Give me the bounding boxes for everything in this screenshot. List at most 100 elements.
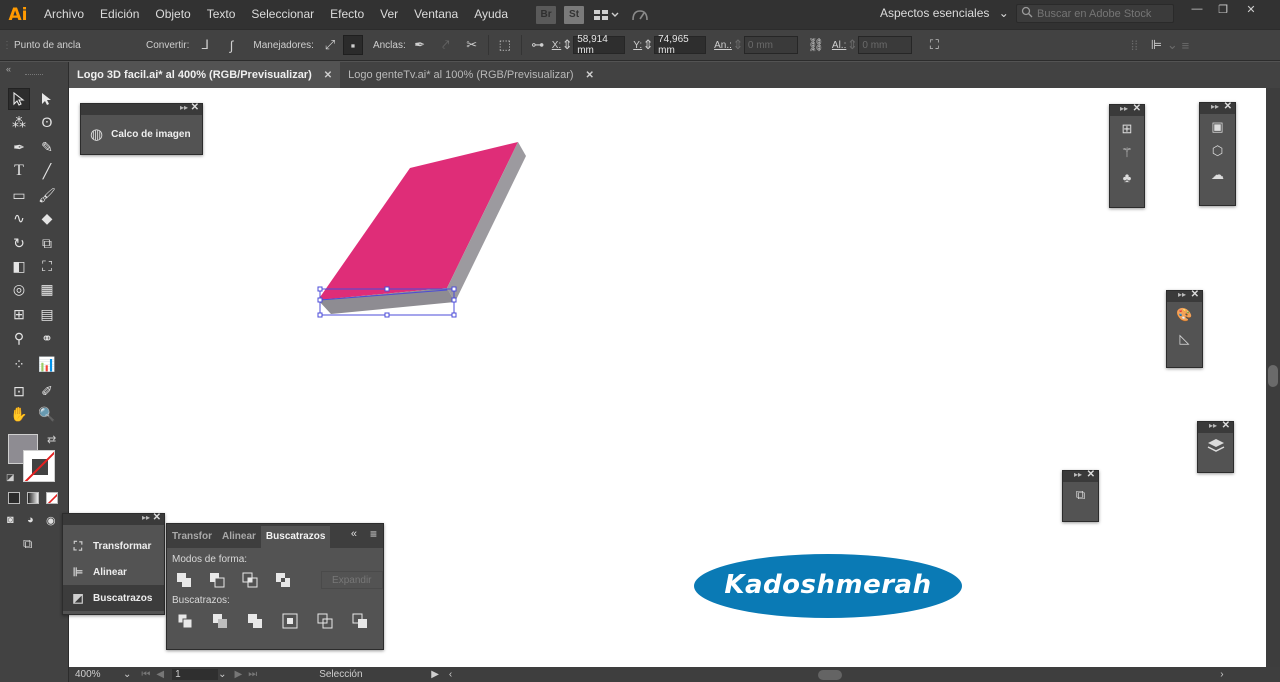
panel-header[interactable]: ▸▸ ✕ <box>1167 289 1202 302</box>
close-icon[interactable]: ✕ <box>324 70 332 81</box>
align-options-icon[interactable]: ⁞⁞ <box>1124 35 1144 55</box>
gradient-panel-icon[interactable]: ◺ <box>1174 328 1196 350</box>
collapse-icon[interactable]: ▸▸ <box>180 103 188 112</box>
width-tool-icon[interactable]: ◧ <box>8 255 30 277</box>
stock-search[interactable] <box>1016 4 1174 23</box>
collapse-toolbar-icon[interactable]: « <box>6 64 11 74</box>
menu-ver[interactable]: Ver <box>372 0 406 29</box>
rotate-tool-icon[interactable]: ↻ <box>8 232 30 254</box>
collapse-icon[interactable]: ▸▸ <box>1178 290 1186 299</box>
menu-texto[interactable]: Texto <box>199 0 244 29</box>
libraries-icon[interactable]: ⊞ <box>1116 118 1138 140</box>
line-tool-icon[interactable]: ╱ <box>36 160 58 182</box>
outline-icon[interactable] <box>315 612 335 630</box>
panel-header[interactable]: ▸▸ ✕ <box>63 512 164 525</box>
slice-tool-icon[interactable]: ✐ <box>36 380 58 402</box>
height-field[interactable]: 0 mm <box>858 36 913 54</box>
list-item-buscatrazos[interactable]: ◩ Buscatrazos <box>63 585 164 611</box>
panel-menu-icon[interactable]: ≡ <box>1178 35 1192 55</box>
brushes-icon[interactable]: ⚚ <box>1116 142 1138 164</box>
y-field[interactable]: 74,965 mm <box>654 34 707 56</box>
reference-point-icon[interactable]: ⊶ <box>528 35 548 55</box>
panel-header[interactable]: ▸▸ ✕ <box>1200 101 1235 114</box>
column-graph-tool-icon[interactable]: 📊 <box>36 353 58 375</box>
expand-button[interactable]: Expandir <box>320 571 383 589</box>
none-mode-icon[interactable] <box>46 492 58 504</box>
connect-anchors-icon[interactable]: ⤤ <box>436 35 456 55</box>
exclude-icon[interactable] <box>274 571 293 589</box>
last-artboard-icon[interactable]: ⏭ <box>248 669 257 680</box>
tab-logo-3d[interactable]: Logo 3D facil.ai* al 400% (RGB/Previsual… <box>69 62 341 88</box>
tab-logo-gentetv[interactable]: Logo genteTv.ai* al 100% (RGB/Previsuali… <box>340 62 602 88</box>
show-handles-icon[interactable]: ⤢ <box>320 35 340 55</box>
artboard-tool-icon[interactable]: ⊡ <box>8 380 30 402</box>
panel-menu-icon[interactable]: ≡ <box>370 527 377 541</box>
magic-wand-tool-icon[interactable]: ⁂ <box>8 111 30 133</box>
zoom-field[interactable]: 400% <box>75 669 125 680</box>
collapse-icon[interactable]: ▸▸ <box>1074 470 1082 479</box>
logo-text[interactable]: Kadoshmerah <box>693 570 963 600</box>
zoom-tool-icon[interactable]: 🔍 <box>36 403 58 425</box>
menu-ventana[interactable]: Ventana <box>406 0 466 29</box>
paintbrush-tool-icon[interactable]: 🖌 <box>36 184 58 206</box>
collapse-icon[interactable]: ▸▸ <box>142 513 150 522</box>
panel-header[interactable]: ▸▸ ✕ <box>81 102 202 115</box>
panel-header[interactable]: ▸▸ ✕ <box>1198 420 1233 433</box>
next-artboard-icon[interactable]: ▶ <box>234 669 242 680</box>
divide-icon[interactable] <box>175 612 195 630</box>
first-artboard-icon[interactable]: ⏮ <box>141 669 150 680</box>
status-menu-icon[interactable]: ▶ <box>431 669 439 680</box>
perspective-grid-tool-icon[interactable]: ▦ <box>36 278 58 300</box>
collapse-icon[interactable]: ▸▸ <box>1211 102 1219 111</box>
constrain-proportions-icon[interactable]: ⛓ <box>806 35 826 55</box>
stepper-icon[interactable]: ⇕ <box>732 35 744 55</box>
panel-header[interactable]: ▸▸ ✕ <box>1110 103 1144 116</box>
scroll-thumb[interactable] <box>1268 365 1278 387</box>
close-icon[interactable]: ✕ <box>1133 103 1141 114</box>
tab-buscatrazos[interactable]: Buscatrazos <box>260 526 331 548</box>
draw-behind-icon[interactable]: ◕ <box>27 514 34 526</box>
symbols-icon[interactable]: ♣ <box>1116 166 1138 188</box>
chevron-down-icon[interactable]: ⌄ <box>1166 35 1178 55</box>
close-icon[interactable]: ✕ <box>153 512 161 523</box>
image-trace-button[interactable]: ◍ Calco de imagen <box>81 115 202 153</box>
transform-icon[interactable]: ⛶ <box>924 35 944 55</box>
trim-icon[interactable] <box>210 612 230 630</box>
eraser-tool-icon[interactable]: ◆ <box>36 207 58 229</box>
distribute-icon[interactable]: ⊫ <box>1146 35 1166 55</box>
width-field[interactable]: 0 mm <box>743 36 798 54</box>
collapse-panel-icon[interactable]: « <box>351 528 357 540</box>
stroke-swatch[interactable] <box>23 450 55 482</box>
menu-efecto[interactable]: Efecto <box>322 0 372 29</box>
list-item-transformar[interactable]: ⛶ Transformar <box>63 533 164 559</box>
properties-icon[interactable]: ▣ <box>1207 116 1229 138</box>
x-field[interactable]: 58,914 mm <box>573 34 626 56</box>
collapse-icon[interactable]: ▸▸ <box>1120 104 1128 113</box>
intersect-icon[interactable] <box>241 571 260 589</box>
chevron-down-icon[interactable]: ⌄ <box>218 669 226 680</box>
close-icon[interactable]: ✕ <box>1224 101 1232 112</box>
merge-icon[interactable] <box>245 612 265 630</box>
scroll-right-icon[interactable]: › <box>1220 669 1223 680</box>
vertical-scrollbar[interactable] <box>1266 88 1280 667</box>
direct-selection-tool-icon[interactable] <box>36 88 58 110</box>
tab-transformar[interactable]: Transfor <box>167 526 217 548</box>
gradient-mode-icon[interactable] <box>27 492 39 504</box>
artboards-icon[interactable]: ⧉ <box>1070 484 1092 506</box>
selection-tool-icon[interactable] <box>8 88 30 110</box>
close-icon[interactable]: ✕ <box>1191 289 1199 300</box>
free-transform-tool-icon[interactable]: ⛶ <box>36 255 58 277</box>
type-tool-icon[interactable]: T <box>8 160 30 182</box>
gradient-tool-icon[interactable]: ▤ <box>36 303 58 325</box>
close-window-button[interactable]: ✕ <box>1240 3 1262 19</box>
symbol-sprayer-tool-icon[interactable]: ⁘ <box>8 353 30 375</box>
3d-object-icon[interactable]: ⬡ <box>1207 140 1229 162</box>
tab-alinear[interactable]: Alinear <box>217 526 261 548</box>
pen-tool-icon[interactable]: ✒ <box>8 136 30 158</box>
restore-button[interactable]: ❐ <box>1212 3 1234 19</box>
cut-path-icon[interactable]: ✂ <box>462 35 482 55</box>
scroll-left-icon[interactable]: ‹ <box>449 669 452 680</box>
menu-ayuda[interactable]: Ayuda <box>466 0 516 29</box>
artboard-field[interactable]: 1 <box>172 669 219 680</box>
close-icon[interactable]: ✕ <box>586 70 594 81</box>
